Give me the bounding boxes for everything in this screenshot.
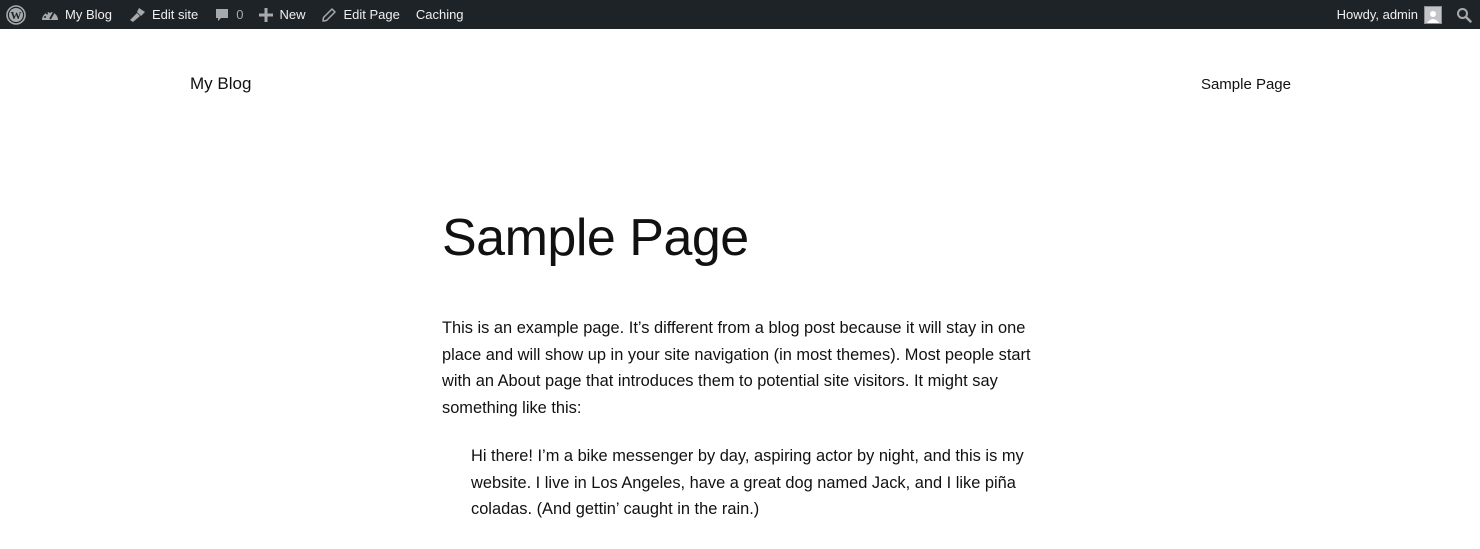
- new-label: New: [279, 7, 306, 22]
- caching-label: Caching: [415, 7, 464, 22]
- edit-page-menu[interactable]: Edit Page: [313, 0, 407, 29]
- my-account-menu[interactable]: Howdy, admin: [1329, 0, 1448, 29]
- edit-site-label: Edit site: [151, 7, 199, 22]
- search-button[interactable]: [1448, 0, 1480, 29]
- wordpress-menu[interactable]: W: [0, 0, 33, 29]
- site-name-menu[interactable]: My Blog: [33, 0, 120, 29]
- admin-bar-right: Howdy, admin: [1329, 0, 1480, 29]
- greeting-label: Howdy, admin: [1336, 7, 1418, 22]
- svg-text:W: W: [11, 10, 22, 22]
- edit-site-menu[interactable]: Edit site: [120, 0, 206, 29]
- comments-count: 0: [236, 7, 244, 22]
- pencil-icon: [321, 7, 337, 23]
- dashboard-icon: [41, 7, 59, 23]
- page-body: This is an example page. It’s different …: [442, 315, 1052, 421]
- intro-paragraph: This is an example page. It’s different …: [442, 319, 1031, 417]
- plus-icon: [259, 7, 274, 22]
- quote-text: Hi there! I’m a bike messenger by day, a…: [471, 447, 1024, 518]
- example-quote: Hi there! I’m a bike messenger by day, a…: [471, 443, 1031, 523]
- site-title-link[interactable]: My Blog: [190, 74, 251, 94]
- nav-item-sample-page[interactable]: Sample Page: [1201, 76, 1291, 93]
- admin-bar-left: W My Blog Edit site 0 New Edit Page Cach…: [0, 0, 472, 29]
- site-name-label: My Blog: [65, 7, 112, 22]
- new-content-menu[interactable]: New: [251, 0, 313, 29]
- wordpress-logo-icon: W: [6, 4, 26, 25]
- comment-icon: [214, 7, 230, 23]
- edit-page-label: Edit Page: [343, 7, 400, 22]
- brush-icon: [128, 7, 146, 23]
- comments-menu[interactable]: 0: [206, 0, 251, 29]
- caching-menu[interactable]: Caching: [408, 0, 472, 29]
- page-title: Sample Page: [442, 209, 749, 267]
- search-icon: [1456, 7, 1472, 23]
- admin-bar: W My Blog Edit site 0 New Edit Page Cach…: [0, 0, 1480, 29]
- avatar: [1424, 5, 1442, 24]
